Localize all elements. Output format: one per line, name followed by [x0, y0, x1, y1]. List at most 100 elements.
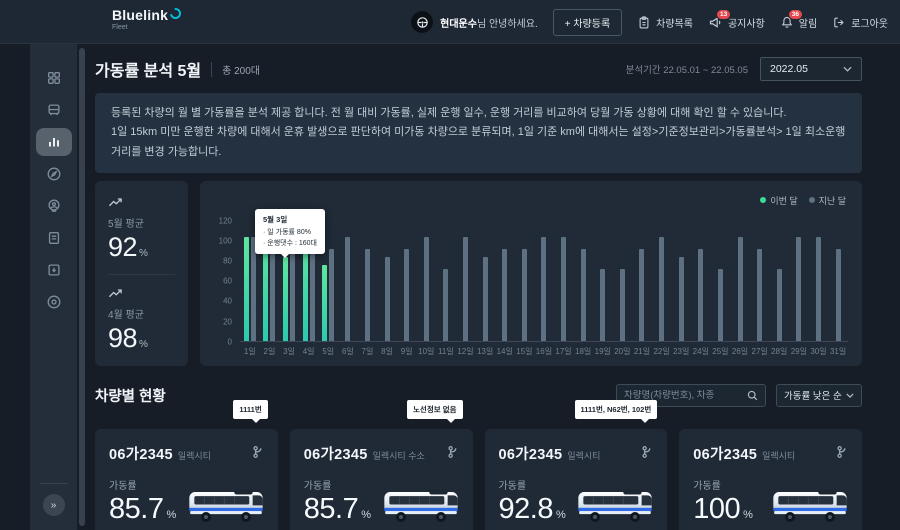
chart-day-group[interactable]: 14일	[495, 221, 515, 356]
sidebar-collapse-button[interactable]: »	[42, 494, 65, 516]
utilization-chart-card: 이번 달 지난 달 0 20 40 60 80 100 120 1일 2일 3일 4일 5일 6일 7일…	[200, 180, 862, 366]
route-badge: 노선정보 없음	[407, 399, 463, 423]
chart-day-group[interactable]: 12일	[456, 221, 476, 356]
chart-day-group[interactable]: 28일	[769, 221, 789, 356]
search-icon[interactable]	[747, 390, 758, 401]
bar-last-month	[482, 256, 488, 341]
average-summary-card: 5월 평균 92% 4월 평균 98%	[95, 180, 188, 366]
sort-dropdown[interactable]: 가동률 낮은 순	[776, 383, 862, 407]
nav-logout[interactable]: 로그아웃	[832, 15, 888, 30]
vehicle-card[interactable]: 06가2345 일렉시티 가동률 100 % 실 운행일수 14일 평균 운행일…	[679, 428, 862, 530]
sidebar-item-settings[interactable]	[36, 288, 72, 316]
sidebar-item-reports[interactable]	[36, 224, 72, 252]
chart-day-group[interactable]: 21일	[632, 221, 652, 356]
vehicle-model: 일렉시티 수소	[372, 450, 425, 461]
sidebar-divider	[39, 483, 68, 484]
chart-day-group[interactable]: 19일	[593, 221, 613, 356]
chart-tooltip: 5월 3일 · 일 가동률 80% · 운행댓수 : 160대	[255, 208, 325, 259]
sidebar-item-driver[interactable]	[36, 192, 72, 220]
chart-day-group[interactable]: 15일	[515, 221, 535, 356]
nav-notice[interactable]: 13 공지사항	[708, 8, 765, 30]
x-tick-label: 30일	[810, 346, 827, 356]
x-tick-label: 7일	[361, 346, 374, 356]
chart-day-group[interactable]: 13일	[475, 221, 495, 356]
chart-day-group[interactable]: 6일	[338, 221, 358, 356]
chart-day-group[interactable]: 27일	[750, 221, 770, 356]
legend-dot-green	[760, 197, 767, 204]
x-tick-label: 15일	[516, 346, 533, 356]
chart-day-group[interactable]: 17일	[554, 221, 574, 356]
scrollbar-thumb[interactable]	[79, 48, 85, 526]
chart-day-group[interactable]: 26일	[730, 221, 750, 356]
rate-value: 92.8	[498, 492, 554, 525]
bar-last-month	[678, 256, 684, 341]
nav-vehicle-list[interactable]: 차량목록	[637, 15, 693, 30]
chart-day-group[interactable]: 18일	[573, 221, 593, 356]
bar-last-month	[345, 236, 351, 341]
chart-day-group[interactable]: 30일	[809, 221, 829, 356]
chart-day-group[interactable]: 10일	[416, 221, 436, 356]
route-icon[interactable]	[835, 445, 848, 459]
rate-unit: %	[361, 508, 371, 521]
chart-day-group[interactable]: 23일	[671, 221, 691, 356]
route-icon[interactable]	[640, 445, 653, 459]
brand-sub: Fleet	[112, 24, 128, 31]
vehicle-card[interactable]: 1111번, N62번, 102번 06가2345 일렉시티 가동률 92.8 …	[484, 399, 668, 530]
vehicle-card[interactable]: 노선정보 없음 06가2345 일렉시티 수소 가동률 85.7 % 실 운행일…	[289, 399, 473, 530]
chart-day-group[interactable]: 9일	[397, 221, 417, 356]
route-icon[interactable]	[251, 445, 264, 459]
vehicle-model: 일렉시티	[762, 450, 796, 461]
bar-last-month	[737, 236, 743, 341]
x-tick-label: 1일	[243, 346, 256, 356]
tooltip-rate: · 일 가동률 80%	[263, 228, 311, 236]
vehicle-register-button[interactable]: + 차량등록	[552, 8, 623, 36]
chart-day-group[interactable]: 24일	[691, 221, 711, 356]
bus-illustration	[186, 487, 266, 524]
x-tick-label: 25일	[712, 346, 729, 356]
avatar[interactable]	[411, 11, 434, 33]
bar-last-month	[541, 236, 547, 341]
user-name: 현대운수	[440, 18, 477, 30]
chevron-down-icon	[846, 393, 854, 398]
vehicle-model: 일렉시티	[177, 450, 211, 461]
route-icon[interactable]	[446, 445, 459, 459]
sidebar-item-downloads[interactable]	[36, 256, 72, 284]
x-tick-label: 20일	[614, 346, 631, 356]
nav-alerts[interactable]: 36 알림	[780, 8, 817, 30]
chart-day-group[interactable]: 7일	[358, 221, 378, 356]
description-line-1: 등록된 차량의 월 별 가동률을 분석 제공 합니다. 전 월 대비 가동률, …	[111, 107, 787, 119]
chart-day-group[interactable]: 11일	[436, 221, 456, 356]
bar-last-month	[521, 248, 527, 341]
chart-day-group[interactable]: 22일	[652, 221, 672, 356]
x-tick-label: 18일	[575, 346, 592, 356]
month-dropdown[interactable]: 2022.05	[760, 57, 862, 81]
rate-unit: %	[555, 508, 566, 521]
chart-day-group[interactable]: 16일	[534, 221, 554, 356]
analysis-period: 분석기간 22.05.01 ~ 22.05.05	[625, 65, 748, 76]
x-tick-label: 13일	[476, 346, 494, 356]
x-tick-label: 22일	[653, 346, 670, 356]
bar-last-month	[404, 248, 410, 341]
y-tick-label: 100	[218, 236, 232, 246]
chart-day-group[interactable]: 8일	[377, 221, 397, 356]
sidebar-item-driving[interactable]	[36, 160, 72, 188]
box-arrow-down-icon	[46, 262, 62, 278]
vehicle-plate: 06가2345	[498, 446, 563, 463]
bar-last-month	[698, 248, 704, 341]
chart-day-group[interactable]: 29일	[789, 221, 809, 356]
chart-day-group[interactable]: 20일	[613, 221, 633, 356]
sidebar-item-utilization-analysis[interactable]	[35, 128, 72, 156]
alerts-badge: 36	[787, 8, 804, 21]
x-tick-label: 24일	[692, 346, 709, 356]
sidebar-item-dashboard[interactable]	[36, 64, 72, 92]
settings-target-icon	[46, 294, 62, 310]
legend-this-month: 이번 달	[760, 194, 798, 207]
bar-this-month	[322, 264, 328, 341]
brand-logo: Bluelink Fleet	[112, 7, 182, 31]
total-vehicle-count: 총 200대	[211, 61, 260, 77]
chart-day-group[interactable]: 31일	[828, 221, 848, 356]
chart-day-group[interactable]: 25일	[711, 221, 731, 356]
bar-last-month	[502, 248, 508, 341]
sidebar-item-vehicles[interactable]	[36, 96, 72, 124]
vehicle-card[interactable]: 1111번 06가2345 일렉시티 가동률 85.7 % 실 운행일수 14일	[95, 399, 278, 530]
